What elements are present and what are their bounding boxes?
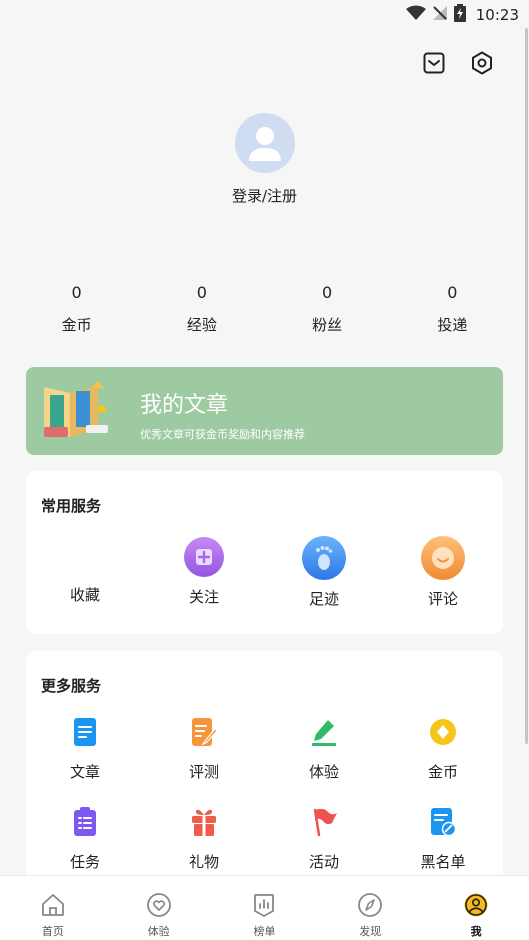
grid-label: 关注	[188, 588, 219, 606]
more-services-card: 更多服务 文章 评测 体验 金币 任务 礼物 活动 黑名单	[26, 651, 503, 891]
document-icon	[72, 717, 98, 751]
star-icon	[63, 536, 107, 580]
grid-label: 评测	[188, 763, 219, 781]
stat-submissions[interactable]: 0 投递	[390, 283, 515, 335]
grid-label: 体验	[308, 763, 339, 781]
nav-ranking[interactable]: 榜单	[212, 876, 318, 940]
scrollbar[interactable]	[525, 28, 528, 744]
blacklist-icon	[429, 807, 457, 841]
settings-icon[interactable]	[469, 50, 495, 76]
stat-value: 0	[322, 283, 333, 302]
stat-fans[interactable]: 0 粉丝	[265, 283, 390, 335]
common-services-title: 常用服务	[41, 497, 102, 515]
grid-label: 文章	[69, 763, 100, 781]
footprint-icon	[302, 536, 346, 584]
nav-label: 首页	[41, 925, 64, 938]
ranking-icon	[251, 893, 277, 921]
reviews-button[interactable]: 评测	[149, 717, 259, 782]
nav-experience[interactable]: 体验	[106, 876, 212, 940]
stat-coins[interactable]: 0 金币	[14, 283, 139, 335]
plus-icon	[183, 536, 225, 582]
comment-icon	[421, 536, 465, 584]
grid-label: 活动	[308, 853, 339, 871]
flag-icon	[310, 807, 338, 841]
user-icon	[463, 893, 489, 921]
nav-label: 榜单	[253, 925, 276, 938]
comments-button[interactable]: 评论	[388, 536, 498, 609]
common-services-card: 常用服务 收藏 关注 足迹 评论	[26, 471, 503, 634]
stat-label: 粉丝	[312, 316, 343, 334]
articles-button[interactable]: 文章	[30, 717, 140, 782]
message-icon[interactable]	[421, 50, 447, 76]
profile-section: 登录/注册	[0, 113, 529, 206]
grid-label: 收藏	[69, 586, 100, 604]
grid-label: 任务	[69, 853, 100, 871]
tasks-button[interactable]: 任务	[30, 807, 140, 872]
top-actions	[421, 50, 495, 76]
nav-label: 我	[470, 925, 482, 938]
heart-icon	[146, 893, 172, 921]
stat-label: 金币	[61, 316, 92, 334]
more-services-title: 更多服务	[41, 677, 102, 695]
status-bar: 10:23	[0, 0, 529, 30]
stats-row: 0 金币 0 经验 0 粉丝 0 投递	[14, 283, 515, 335]
favorites-button[interactable]: 收藏	[30, 536, 140, 605]
stat-value: 0	[196, 283, 207, 302]
bottom-nav: 首页 体验 榜单 发现 我	[0, 875, 529, 940]
nav-label: 体验	[147, 925, 170, 938]
books-icon	[40, 379, 112, 443]
stat-value: 0	[447, 283, 458, 302]
nav-home[interactable]: 首页	[0, 876, 106, 940]
status-time: 10:23	[475, 6, 519, 24]
stat-label: 投递	[437, 316, 468, 334]
grid-label: 礼物	[188, 853, 219, 871]
banner-subtitle: 优秀文章可获金币奖励和内容推荐	[140, 428, 305, 441]
stat-experience[interactable]: 0 经验	[139, 283, 264, 335]
task-icon	[72, 807, 98, 841]
blacklist-button[interactable]: 黑名单	[388, 807, 498, 872]
no-signal-icon	[432, 5, 448, 25]
grid-label: 评论	[427, 590, 458, 608]
compass-icon	[357, 893, 383, 921]
grid-label: 黑名单	[420, 853, 466, 871]
nav-label: 发现	[359, 925, 382, 938]
login-register-link[interactable]: 登录/注册	[232, 185, 297, 206]
gifts-button[interactable]: 礼物	[149, 807, 259, 872]
wifi-icon	[405, 5, 426, 25]
nav-me[interactable]: 我	[423, 876, 529, 940]
home-icon	[40, 893, 66, 921]
nav-discover[interactable]: 发现	[317, 876, 423, 940]
experience-button[interactable]: 体验	[269, 717, 379, 782]
grid-label: 足迹	[308, 590, 339, 608]
stat-value: 0	[71, 283, 82, 302]
events-button[interactable]: 活动	[269, 807, 379, 872]
coins-button[interactable]: 金币	[388, 717, 498, 782]
stat-label: 经验	[186, 316, 217, 334]
avatar[interactable]	[234, 113, 295, 173]
review-icon	[190, 717, 218, 751]
footprint-button[interactable]: 足迹	[269, 536, 379, 609]
coin-icon	[428, 717, 458, 751]
battery-icon	[453, 4, 466, 26]
following-button[interactable]: 关注	[149, 536, 259, 607]
gift-icon	[190, 807, 218, 841]
pen-icon	[310, 717, 338, 751]
grid-label: 金币	[427, 763, 458, 781]
my-articles-banner[interactable]: 我的文章 优秀文章可获金币奖励和内容推荐	[26, 367, 503, 455]
banner-title: 我的文章	[140, 393, 229, 418]
